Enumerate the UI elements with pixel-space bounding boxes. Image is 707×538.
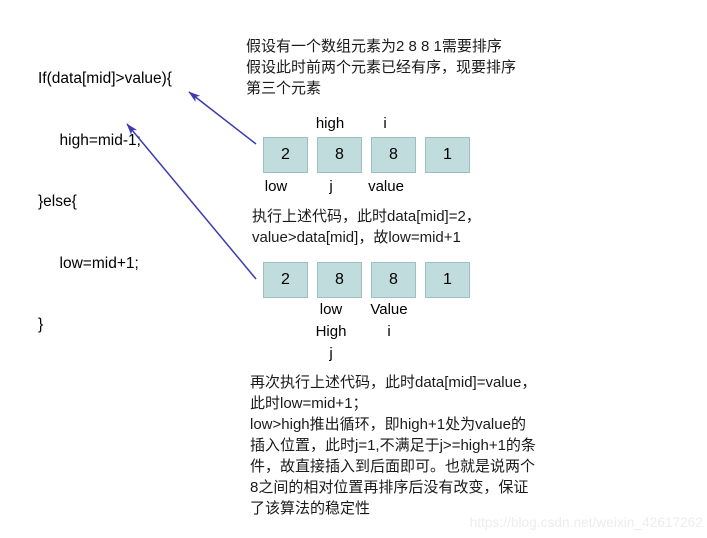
pointer-label-i: i (383, 115, 387, 132)
pointer-label-high: high (315, 115, 345, 132)
pointer-label-stack-value-i: Value i (356, 299, 422, 343)
pointer-label-low: low (319, 301, 343, 318)
pointer-label-stack-low-high-j: low High j (301, 299, 361, 365)
intro-paragraph: 假设有一个数组元素为2 8 8 1需要排序 假设此时前两个元素已经有序，现要排序… (246, 38, 517, 97)
array-cell: 1 (425, 137, 470, 173)
csdn-watermark: https://blog.csdn.net/weixin_42617262 (469, 515, 703, 530)
step2-paragraph: 再次执行上述代码，此时data[mid]=value， 此时low=mid+1；… (250, 374, 537, 517)
code-line: If(data[mid]>value){ (38, 70, 172, 87)
array-cell: 8 (371, 262, 416, 298)
code-line: } (38, 316, 44, 333)
array-cell: 2 (263, 137, 308, 173)
array-cell: 8 (317, 262, 362, 298)
pointer-label-value: value (368, 178, 404, 195)
code-line: high=mid-1; (38, 131, 141, 149)
step1-paragraph: 执行上述代码，此时data[mid]=2， value>data[mid]，故l… (252, 208, 481, 246)
code-line: low=mid+1; (38, 254, 139, 272)
array-cell: 1 (425, 262, 470, 298)
pointer-label-j: j (329, 178, 333, 195)
pointer-label-high: High (315, 323, 347, 340)
code-line: }else{ (38, 193, 77, 210)
pointer-label-low: low (264, 178, 288, 195)
array-row-after: 2 8 8 1 (263, 262, 470, 298)
pointer-label-i: i (387, 323, 391, 340)
array-row-before: 2 8 8 1 (263, 137, 470, 173)
array-cell: 8 (317, 137, 362, 173)
code-block: If(data[mid]>value){ high=mid-1; }else{ … (38, 28, 238, 377)
array-cell: 2 (263, 262, 308, 298)
slide-canvas: If(data[mid]>value){ high=mid-1; }else{ … (0, 0, 707, 538)
pointer-label-j: j (329, 345, 333, 362)
pointer-label-value: Value (370, 301, 408, 318)
array-cell: 8 (371, 137, 416, 173)
